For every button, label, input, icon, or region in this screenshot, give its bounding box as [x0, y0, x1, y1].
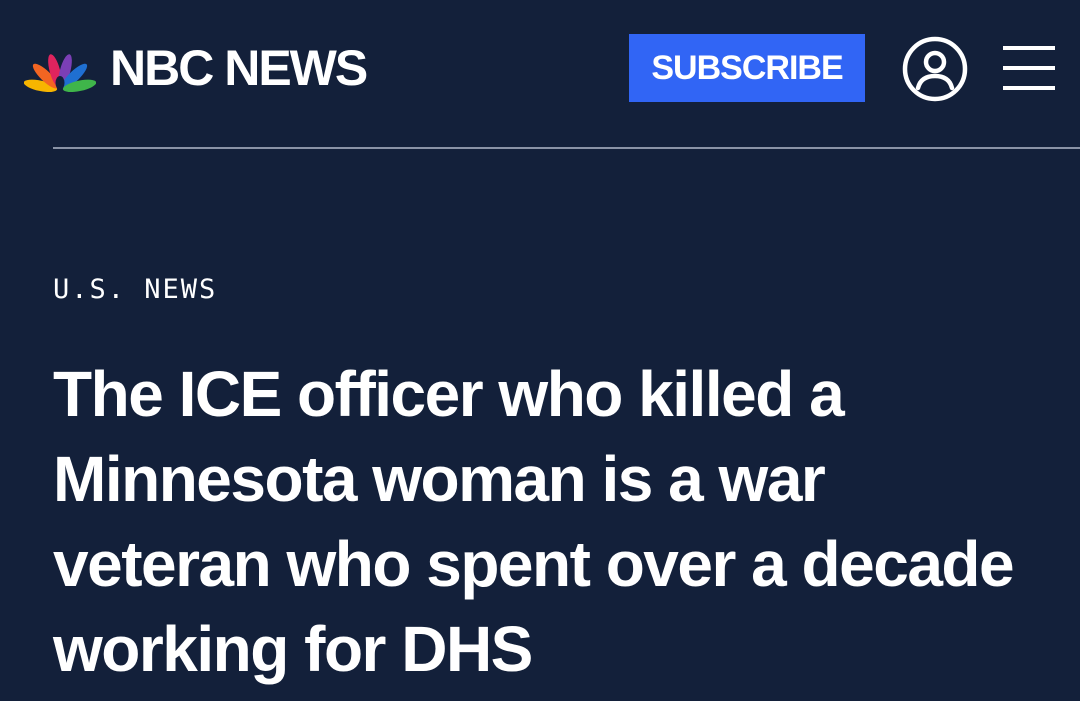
logo-wordmark: NBC NEWS — [110, 40, 368, 96]
headline-line: Minnesota woman is a war — [53, 443, 826, 515]
headline-line: veteran who spent over a decade — [53, 528, 1015, 600]
subscribe-button[interactable]: SUBSCRIBE — [629, 34, 865, 102]
site-header: NBC NEWS SUBSCRIBE — [0, 0, 1080, 148]
header-divider — [53, 147, 1080, 149]
section-label[interactable]: U.S. NEWS — [53, 272, 217, 308]
account-button[interactable] — [901, 35, 969, 103]
article-headline: The ICE officer who killed a Minnesota w… — [53, 352, 1053, 692]
hamburger-menu-icon — [1003, 46, 1055, 90]
headline-line: working for DHS — [53, 613, 533, 685]
headline-line: The ICE officer who killed a — [53, 358, 845, 430]
account-circle-icon — [902, 36, 968, 102]
menu-button[interactable] — [1003, 44, 1055, 92]
peacock-logo-icon — [24, 54, 96, 93]
nbc-news-logo[interactable]: NBC NEWS — [24, 38, 368, 98]
